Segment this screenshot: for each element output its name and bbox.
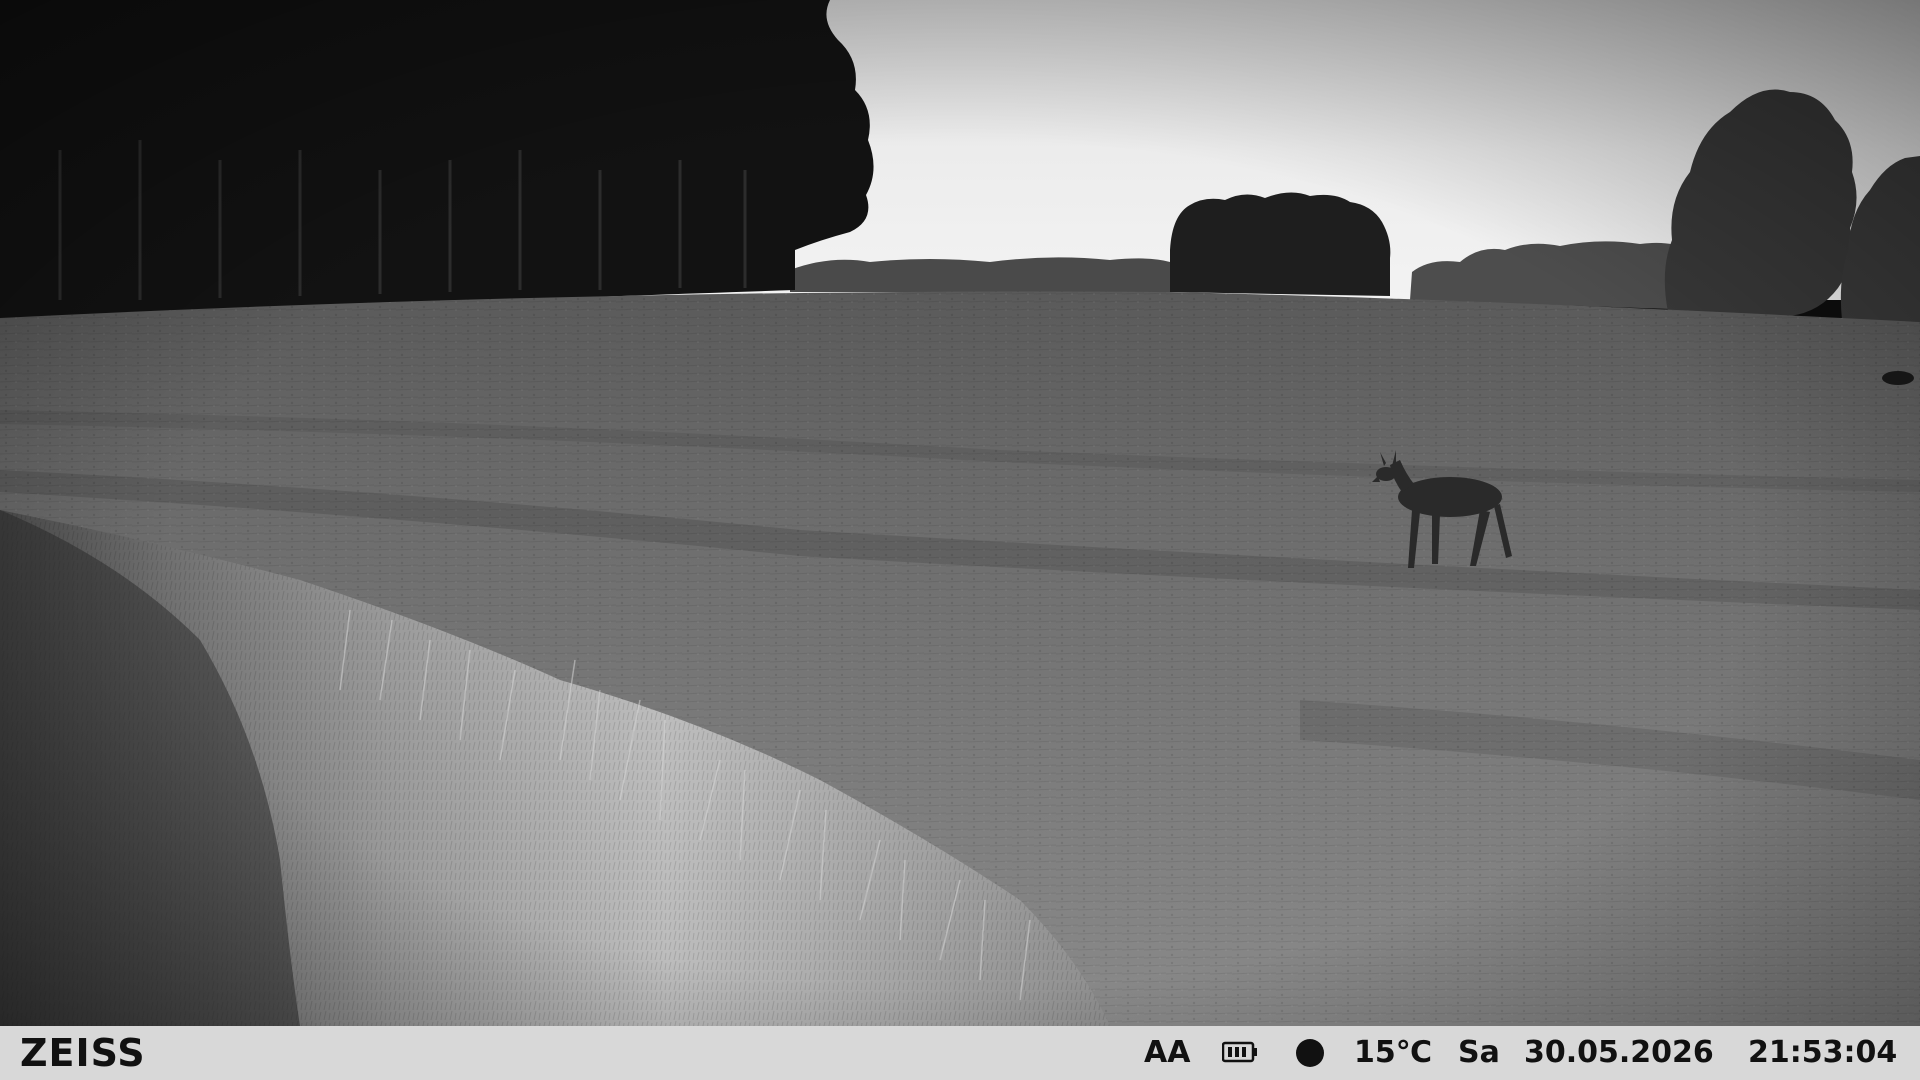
time: 21:53:04: [1748, 1035, 1898, 1070]
date: 30.05.2026: [1524, 1035, 1714, 1070]
temperature: 15℃: [1354, 1035, 1433, 1070]
capture-mode: AA: [1144, 1035, 1191, 1070]
weekday: Sa: [1458, 1035, 1500, 1070]
photo-scene: [0, 0, 1920, 1026]
brand-logo: ZEISS: [20, 1031, 146, 1075]
camera-info-bar: ZEISS AA 15℃ Sa 30.05.2026 21:53:04: [0, 1026, 1920, 1080]
battery-icon: [1221, 1041, 1258, 1063]
trail-camera-frame: ZEISS AA 15℃ Sa 30.05.2026 21:53:04: [0, 0, 1920, 1080]
moon-full-icon: [1296, 1039, 1324, 1067]
